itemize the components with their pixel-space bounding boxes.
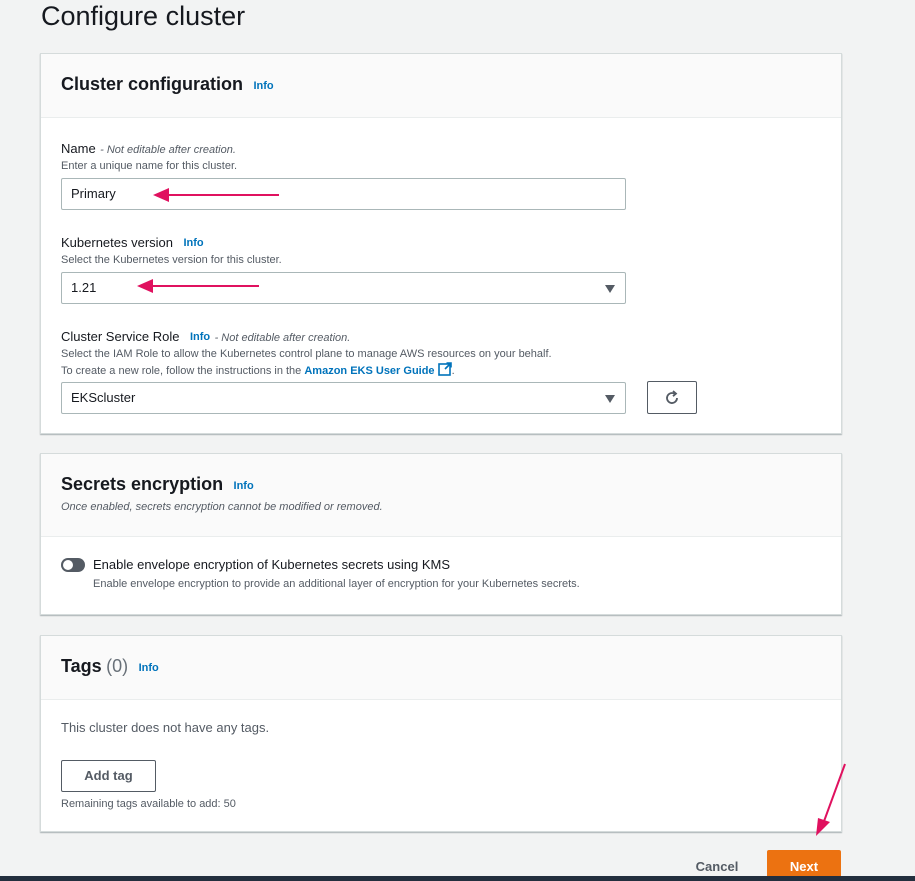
caret-down-icon [605,395,615,403]
service-role-select[interactable]: EKScluster [61,382,626,414]
cluster-configuration-header: Cluster configuration Info [41,54,841,118]
service-role-info-link[interactable]: Info [190,331,210,343]
bottom-bar [0,876,915,881]
service-role-guide-suffix: . [451,365,455,377]
cluster-configuration-info-link[interactable]: Info [253,80,273,92]
name-input[interactable]: Primary [61,178,626,210]
tags-empty-text: This cluster does not have any tags. [61,720,270,735]
service-role-value: EKScluster [71,390,136,405]
tags-remaining-text: Remaining tags available to add: 50 [61,798,236,810]
tags-count: (0) [106,656,129,676]
kms-encryption-toggle-label: Enable envelope encryption of Kubernetes… [93,557,450,572]
add-tag-button[interactable]: Add tag [61,760,156,792]
tags-panel: Tags (0) Info This cluster does not have… [40,635,842,832]
service-role-guide-prefix: To create a new role, follow the instruc… [61,365,302,377]
annotation-arrow-next [816,763,846,836]
toggle-knob [63,560,73,570]
tags-header: Tags (0) Info [41,636,841,700]
page-title: Configure cluster [41,1,246,31]
name-note: - Not editable after creation. [100,144,236,156]
service-role-label-row: Cluster Service Role Info - Not editable… [61,328,350,346]
secrets-encryption-subtitle: Once enabled, secrets encryption cannot … [61,501,383,513]
cluster-configuration-panel: Cluster configuration Info Name - Not ed… [40,53,842,434]
refresh-icon [666,390,678,404]
cancel-button[interactable]: Cancel [683,854,751,878]
refresh-roles-button[interactable] [647,381,697,414]
secrets-encryption-header: Secrets encryption Info Once enabled, se… [41,454,841,537]
kubernetes-version-label: Kubernetes version [61,235,174,250]
name-input-value: Primary [71,186,116,201]
kubernetes-version-label-row: Kubernetes version Info [61,234,204,252]
kms-encryption-toggle[interactable] [61,558,85,572]
secrets-encryption-panel: Secrets encryption Info Once enabled, se… [40,453,842,615]
name-description: Enter a unique name for this cluster. [61,160,238,172]
service-role-label: Cluster Service Role [61,329,180,344]
annotation-arrow-version [137,279,259,293]
secrets-encryption-info-link[interactable]: Info [234,480,254,492]
kubernetes-version-info-link[interactable]: Info [183,237,203,249]
service-role-guide-text: To create a new role, follow the instruc… [61,362,455,379]
kubernetes-version-description: Select the Kubernetes version for this c… [61,254,282,266]
external-link-icon[interactable] [437,362,452,376]
annotation-arrow-name [153,188,279,202]
service-role-description: Select the IAM Role to allow the Kuberne… [61,348,552,360]
kubernetes-version-value: 1.21 [71,280,97,295]
caret-down-icon [605,285,615,293]
kms-encryption-toggle-description: Enable envelope encryption to provide an… [93,578,580,590]
service-role-note: - Not editable after creation. [214,332,351,344]
secrets-encryption-title: Secrets encryption [61,474,224,494]
name-field-label: Name - Not editable after creation. [61,140,236,158]
tags-title: Tags [61,656,102,676]
cluster-configuration-title: Cluster configuration [61,74,244,94]
name-label: Name [61,141,96,156]
eks-user-guide-link[interactable]: Amazon EKS User Guide [304,365,434,377]
tags-info-link[interactable]: Info [139,662,159,674]
